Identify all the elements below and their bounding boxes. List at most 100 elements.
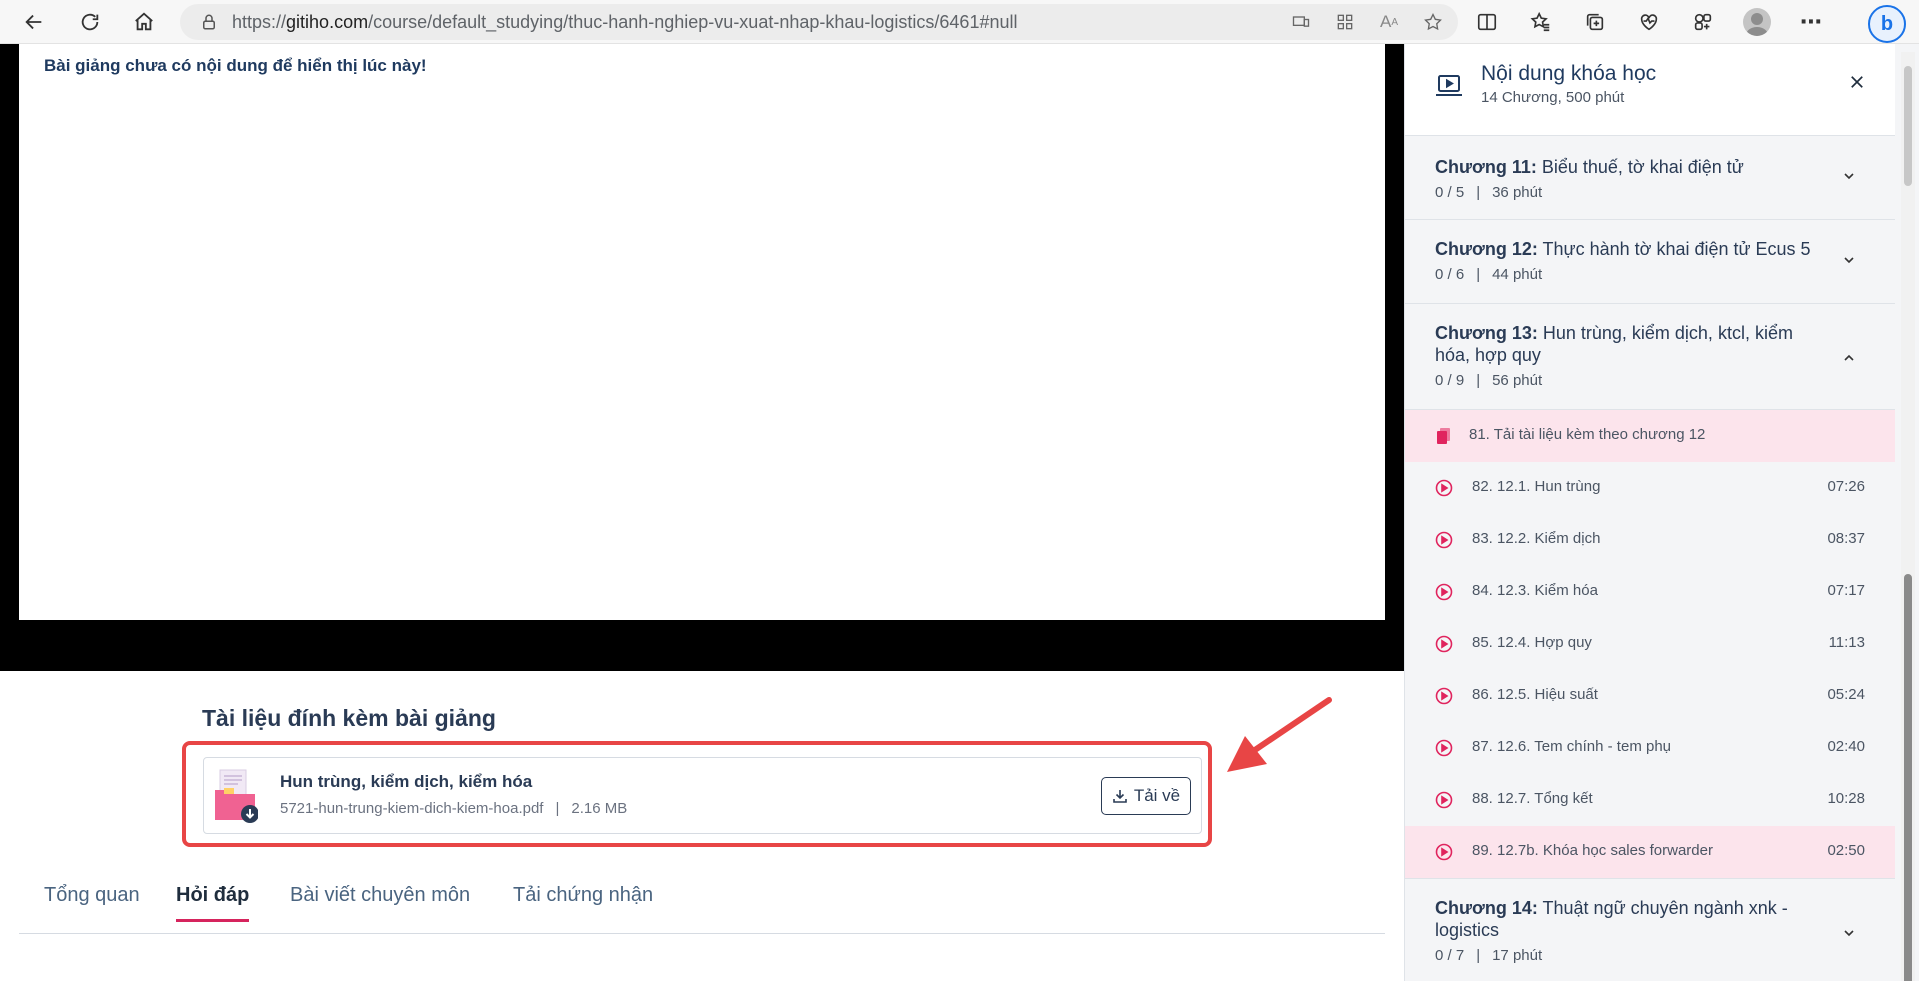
tab-certificate[interactable]: Tải chứng nhận	[513, 884, 653, 919]
lesson-name: 83. 12.2. Kiểm dịch	[1472, 530, 1601, 547]
home-icon	[135, 12, 153, 31]
lesson-item-88[interactable]: 88. 12.7. Tổng kết 10:28	[1405, 774, 1895, 826]
lesson-item-81[interactable]: 81. Tải tài liệu kèm theo chương 12	[1405, 410, 1895, 462]
pdf-folder-icon	[215, 769, 258, 823]
play-circle-icon	[1435, 583, 1453, 601]
lesson-name: 81. Tải tài liệu kèm theo chương 12	[1469, 426, 1706, 443]
lock-icon	[203, 14, 215, 30]
chapter-item-13[interactable]: Chương 13: Hun trùng, kiểm dịch, ktcl, k…	[1405, 304, 1895, 410]
sidebar-subtitle: 14 Chương, 500 phút	[1481, 89, 1625, 106]
tab-qa[interactable]: Hỏi đáp	[176, 884, 250, 922]
play-circle-icon	[1435, 791, 1453, 809]
lesson-item-84[interactable]: 84. 12.3. Kiểm hóa 07:17	[1405, 566, 1895, 618]
play-circle-icon	[1435, 479, 1453, 497]
attachments-title: Tài liệu đính kèm bài giảng	[202, 705, 496, 731]
tab-overview[interactable]: Tổng quan	[44, 884, 140, 919]
lesson-name: 86. 12.5. Hiệu suất	[1472, 686, 1598, 703]
download-label: Tải về	[1133, 786, 1181, 805]
refresh-icon	[81, 13, 99, 31]
annotation-arrow-icon	[1227, 697, 1332, 772]
attachment-file-path: 5721-hun-trung-kiem-dich-kiem-hoa.pdf	[280, 800, 544, 817]
meta-separator: |	[555, 800, 560, 817]
lesson-item-85[interactable]: 85. 12.4. Hợp quy 11:13	[1405, 618, 1895, 670]
back-arrow-icon	[25, 14, 42, 30]
qr-code-icon[interactable]	[1334, 11, 1356, 33]
lesson-duration: 07:17	[1827, 582, 1865, 599]
chapter-meta: 0 / 9 | 56 phút	[1435, 372, 1543, 389]
chapter-meta: 0 / 6 | 44 phút	[1435, 266, 1543, 283]
home-button[interactable]	[126, 4, 162, 40]
play-circle-icon	[1435, 843, 1453, 861]
chevron-up-icon	[1844, 354, 1854, 361]
laptop-play-icon	[1436, 75, 1462, 96]
avatar	[1743, 8, 1771, 36]
read-aloud-icon[interactable]: AA	[1378, 11, 1400, 33]
sidebar-header: Nội dung khóa học 14 Chương, 500 phút	[1405, 44, 1895, 136]
sidebar-title: Nội dung khóa học	[1481, 62, 1657, 85]
attachment-file-meta: 5721-hun-trung-kiem-dich-kiem-hoa.pdf | 2.…	[280, 800, 627, 817]
refresh-button[interactable]	[72, 4, 108, 40]
sidebar-scrollbar[interactable]	[1901, 52, 1915, 981]
download-icon	[1113, 790, 1127, 803]
scrollbar-thumb-upper[interactable]	[1904, 66, 1912, 186]
lesson-duration: 11:13	[1828, 634, 1865, 651]
lesson-duration: 02:50	[1827, 842, 1865, 859]
scrollbar-thumb[interactable]	[1904, 574, 1912, 981]
profile-button[interactable]	[1740, 5, 1774, 39]
lesson-item-87[interactable]: 87. 12.6. Tem chính - tem phụ 02:40	[1405, 722, 1895, 774]
attachment-file-size: 2.16 MB	[571, 800, 628, 817]
chapter-item-14[interactable]: Chương 14: Thuật ngữ chuyên ngành xnk - …	[1405, 878, 1895, 981]
extensions-icon[interactable]	[1686, 5, 1720, 39]
chapter-title: Chương 12: Thực hành tờ khai điện tử Ecu…	[1435, 239, 1811, 259]
favorites-icon[interactable]	[1524, 5, 1558, 39]
attachment-card: Hun trùng, kiểm dịch, kiểm hóa 5721-hun-…	[203, 757, 1202, 834]
settings-more-icon[interactable]: ⋯	[1794, 5, 1828, 39]
chapter-item-11[interactable]: Chương 11: Biểu thuế, tờ khai điện tử 0 …	[1405, 136, 1895, 220]
lesson-name: 87. 12.6. Tem chính - tem phụ	[1472, 738, 1672, 755]
close-icon[interactable]	[1845, 70, 1869, 94]
url-text: https://gitiho.com/course/default_studyi…	[232, 11, 1018, 32]
lesson-name: 84. 12.3. Kiểm hóa	[1472, 582, 1598, 599]
chapter-title: Chương 13: Hun trùng, kiểm dịch, ktcl, k…	[1435, 323, 1793, 365]
bing-copilot-icon[interactable]: b	[1868, 5, 1906, 43]
document-icon	[1437, 428, 1450, 444]
lesson-name: 88. 12.7. Tổng kết	[1472, 790, 1593, 807]
lesson-tabs: Tổng quan Hỏi đáp Bài viết chuyên môn Tả…	[19, 870, 1385, 934]
collections-icon[interactable]	[1578, 5, 1612, 39]
lesson-duration: 10:28	[1827, 790, 1865, 807]
chevron-down-icon	[1844, 173, 1854, 180]
tab-professional-articles[interactable]: Bài viết chuyên môn	[290, 884, 470, 919]
split-screen-icon[interactable]	[1470, 5, 1504, 39]
lesson-item-89[interactable]: 89. 12.7b. Khóa học sales forwarder 02:5…	[1405, 826, 1895, 878]
chapter-meta: 0 / 7 | 17 phút	[1435, 947, 1543, 964]
chapter-item-12[interactable]: Chương 12: Thực hành tờ khai điện tử Ecu…	[1405, 220, 1895, 304]
lesson-duration: 07:26	[1827, 478, 1865, 495]
lesson-duration: 08:37	[1827, 530, 1865, 547]
back-button[interactable]	[16, 4, 52, 40]
lesson-item-86[interactable]: 86. 12.5. Hiệu suất 05:24	[1405, 670, 1895, 722]
lesson-empty-message: Bài giảng chưa có nội dung để hiển thị l…	[44, 56, 427, 75]
browser-toolbar: https://gitiho.com/course/default_studyi…	[0, 0, 1919, 44]
favorite-star-icon[interactable]	[1422, 11, 1444, 33]
chapter-meta: 0 / 5 | 36 phút	[1435, 184, 1543, 201]
chapter-title: Chương 14: Thuật ngữ chuyên ngành xnk - …	[1435, 898, 1788, 940]
lesson-name: 82. 12.1. Hun trùng	[1472, 478, 1601, 495]
attachment-file-name: Hun trùng, kiểm dịch, kiểm hóa	[280, 772, 533, 791]
lesson-name: 85. 12.4. Hợp quy	[1472, 634, 1592, 651]
lesson-duration: 02:40	[1827, 738, 1865, 755]
download-button[interactable]: Tải về	[1101, 777, 1191, 815]
chevron-down-icon	[1844, 257, 1854, 264]
play-circle-icon	[1435, 531, 1453, 549]
lesson-content-box	[19, 44, 1385, 620]
lesson-name: 89. 12.7b. Khóa học sales forwarder	[1472, 842, 1713, 859]
browser-essentials-icon[interactable]	[1632, 5, 1666, 39]
address-bar[interactable]: https://gitiho.com/course/default_studyi…	[180, 4, 1458, 40]
lesson-item-83[interactable]: 83. 12.2. Kiểm dịch 08:37	[1405, 514, 1895, 566]
lesson-item-82[interactable]: 82. 12.1. Hun trùng 07:26	[1405, 462, 1895, 514]
course-content-sidebar: Nội dung khóa học 14 Chương, 500 phút Ch…	[1404, 44, 1919, 981]
play-circle-icon	[1435, 739, 1453, 757]
chevron-down-icon	[1844, 930, 1854, 937]
lesson-duration: 05:24	[1827, 686, 1865, 703]
app-available-icon[interactable]	[1290, 11, 1312, 33]
play-circle-icon	[1435, 687, 1453, 705]
